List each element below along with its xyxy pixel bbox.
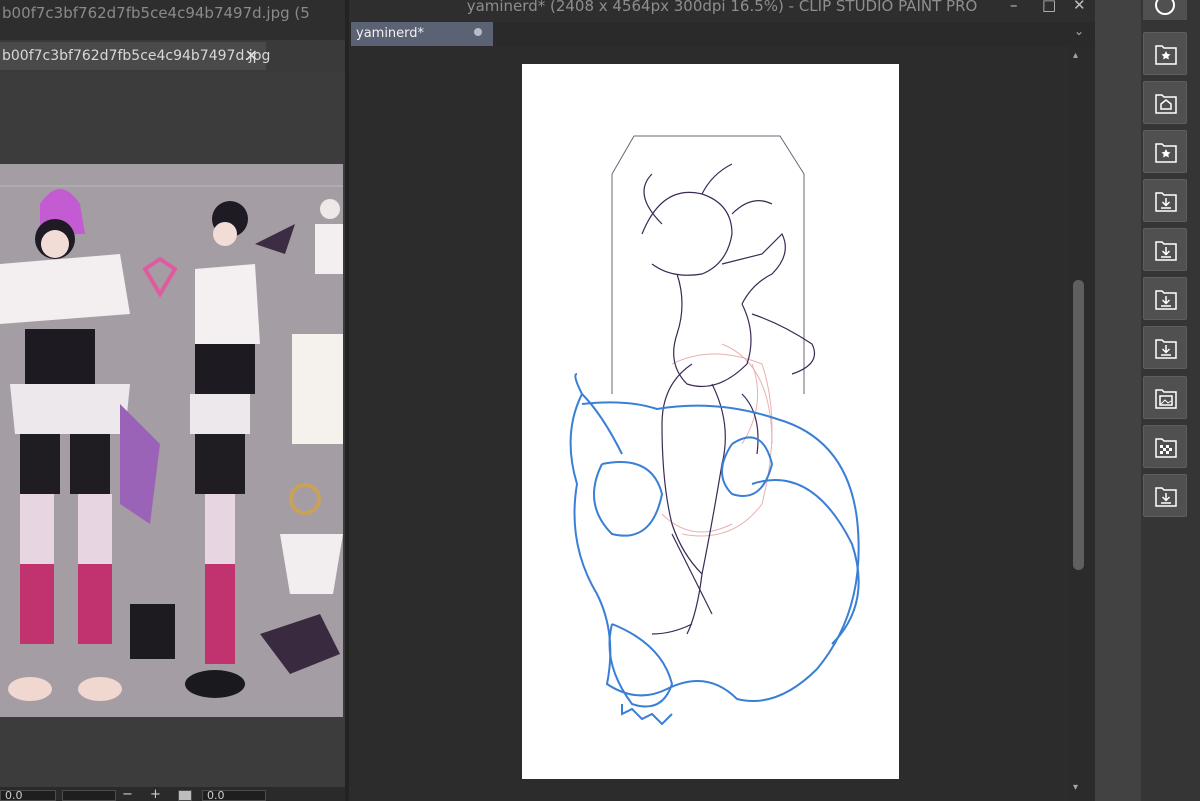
maximize-icon[interactable]: □ xyxy=(1042,0,1056,13)
material-star-button[interactable] xyxy=(1143,32,1187,75)
reference-tab-label: b00f7c3bf762d7fb5ce4c94b7497d.jpg xyxy=(2,48,271,64)
material-star-button-2[interactable] xyxy=(1143,130,1187,173)
scroll-up-icon[interactable]: ▴ xyxy=(1073,50,1078,61)
character-reference-sheet xyxy=(0,164,343,717)
star-material-icon xyxy=(1155,143,1177,163)
reference-window-title: b00f7c3bf762d7fb5ce4c94b7497d.jpg (5 xyxy=(0,0,345,40)
material-download-button-3[interactable] xyxy=(1143,277,1187,320)
app-title-bar: yaminerd* (2408 x 4564px 300dpi 16.5%) -… xyxy=(349,0,1095,22)
image-material-icon xyxy=(1155,389,1177,409)
navigator-icon xyxy=(1155,0,1175,15)
home-material-icon xyxy=(1155,94,1177,114)
close-icon[interactable]: ✕ xyxy=(245,42,258,70)
chevron-down-icon[interactable]: ⌄ xyxy=(1074,24,1084,38)
rotate-handle[interactable] xyxy=(178,790,192,801)
reference-tab[interactable]: b00f7c3bf762d7fb5ce4c94b7497d.jpg ✕ xyxy=(0,42,270,70)
rotate-value: 0.0 xyxy=(207,789,225,801)
zoom-in-icon[interactable]: + xyxy=(150,788,161,801)
scroll-thumb[interactable] xyxy=(1073,280,1084,570)
material-image-button[interactable] xyxy=(1143,376,1187,419)
canvas-tab[interactable]: yaminerd* xyxy=(351,22,493,46)
material-download-button-2[interactable] xyxy=(1143,228,1187,271)
scroll-down-icon[interactable]: ▾ xyxy=(1073,782,1078,793)
star-material-icon xyxy=(1155,45,1177,65)
app-title: yaminerd* (2408 x 4564px 300dpi 16.5%) -… xyxy=(466,0,978,15)
pattern-material-icon xyxy=(1155,438,1177,458)
download-material-icon xyxy=(1155,339,1177,359)
material-download-button-4[interactable] xyxy=(1143,326,1187,369)
clip-studio-workspace: b00f7c3bf762d7fb5ce4c94b7497d.jpg (5 b00… xyxy=(0,0,1200,801)
material-home-button[interactable] xyxy=(1143,81,1187,124)
close-window-icon[interactable]: ✕ xyxy=(1073,0,1086,13)
reference-window: b00f7c3bf762d7fb5ce4c94b7497d.jpg (5 b00… xyxy=(0,0,345,801)
panel-gutter xyxy=(1095,0,1141,801)
rotate-field[interactable]: 0.0 xyxy=(202,790,266,801)
download-material-icon xyxy=(1155,192,1177,212)
navigator-button[interactable] xyxy=(1143,0,1187,20)
unsaved-dot-icon[interactable] xyxy=(474,28,482,36)
download-material-icon xyxy=(1155,487,1177,507)
zoom-slider[interactable] xyxy=(62,790,116,801)
material-download-button-1[interactable] xyxy=(1143,179,1187,222)
download-material-icon xyxy=(1155,241,1177,261)
canvas-paper[interactable] xyxy=(522,64,899,779)
zoom-value: 0.0 xyxy=(5,789,23,801)
canvas-tab-label: yaminerd* xyxy=(356,26,425,41)
zoom-field[interactable]: 0.0 xyxy=(0,790,56,801)
material-pattern-button[interactable] xyxy=(1143,425,1187,468)
minimize-icon[interactable]: – xyxy=(1010,0,1018,13)
zoom-out-icon[interactable]: − xyxy=(122,788,133,801)
download-material-icon xyxy=(1155,290,1177,310)
material-download-button-5[interactable] xyxy=(1143,474,1187,517)
